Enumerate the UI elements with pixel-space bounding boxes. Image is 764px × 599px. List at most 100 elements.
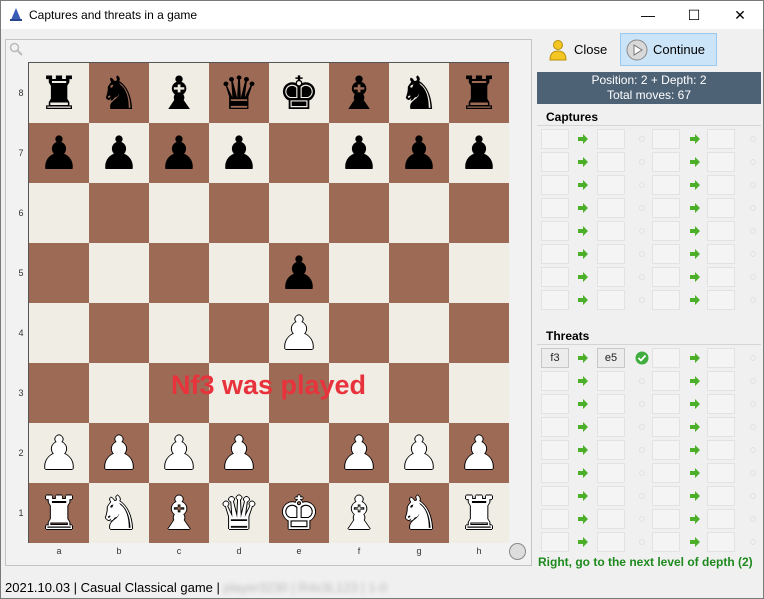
square-b4[interactable] xyxy=(89,303,149,363)
white-pawn-icon[interactable]: ♟ xyxy=(278,310,319,356)
white-pawn-icon[interactable]: ♟ xyxy=(38,430,79,476)
white-pawn-icon[interactable]: ♟ xyxy=(158,430,199,476)
square-h2[interactable]: ♟ xyxy=(449,423,509,483)
capture-cell[interactable] xyxy=(652,152,680,172)
magnifier-icon[interactable] xyxy=(9,42,23,56)
threat-cell[interactable] xyxy=(652,532,680,552)
square-a6[interactable] xyxy=(29,183,89,243)
capture-cell[interactable] xyxy=(597,244,625,264)
black-rook-icon[interactable]: ♜ xyxy=(458,70,499,116)
capture-cell[interactable] xyxy=(652,198,680,218)
capture-cell[interactable] xyxy=(652,267,680,287)
square-c7[interactable]: ♟ xyxy=(149,123,209,183)
square-c2[interactable]: ♟ xyxy=(149,423,209,483)
threat-cell[interactable] xyxy=(652,509,680,529)
threat-cell[interactable] xyxy=(541,371,569,391)
square-g5[interactable] xyxy=(389,243,449,303)
threat-cell[interactable] xyxy=(707,394,735,414)
white-pawn-icon[interactable]: ♟ xyxy=(338,430,379,476)
square-g2[interactable]: ♟ xyxy=(389,423,449,483)
square-h8[interactable]: ♜ xyxy=(449,63,509,123)
capture-cell[interactable] xyxy=(652,290,680,310)
threat-cell[interactable] xyxy=(541,532,569,552)
square-h5[interactable] xyxy=(449,243,509,303)
square-f8[interactable]: ♝ xyxy=(329,63,389,123)
threat-cell[interactable] xyxy=(597,417,625,437)
threat-cell[interactable] xyxy=(707,532,735,552)
board-corner-toggle[interactable] xyxy=(509,543,526,560)
black-knight-icon[interactable]: ♞ xyxy=(98,70,139,116)
white-rook-icon[interactable]: ♜ xyxy=(38,490,79,536)
black-pawn-icon[interactable]: ♟ xyxy=(398,130,439,176)
square-h7[interactable]: ♟ xyxy=(449,123,509,183)
threat-cell[interactable] xyxy=(597,486,625,506)
capture-cell[interactable] xyxy=(597,221,625,241)
chess-board[interactable]: ♜ ♞ ♝ ♛ ♚ ♝ ♞ ♜ ♟ ♟ ♟ ♟ ♟ ♟ ♟ ♟ ♟ ♟ ♟ ♟ ♟ ♟ ♟ ♟ ♜ ♞ ♝ ♛ ♚ ♝ ♞ ♜ xyxy=(28,62,509,543)
square-e8[interactable]: ♚ xyxy=(269,63,329,123)
square-a5[interactable] xyxy=(29,243,89,303)
capture-cell[interactable] xyxy=(652,175,680,195)
threat-cell[interactable] xyxy=(707,371,735,391)
white-knight-icon[interactable]: ♞ xyxy=(398,490,439,536)
square-d5[interactable] xyxy=(209,243,269,303)
threat-cell[interactable] xyxy=(707,463,735,483)
threat-cell[interactable] xyxy=(707,417,735,437)
square-b1[interactable]: ♞ xyxy=(89,483,149,543)
white-knight-icon[interactable]: ♞ xyxy=(98,490,139,536)
threat-cell[interactable] xyxy=(652,486,680,506)
square-a8[interactable]: ♜ xyxy=(29,63,89,123)
threat-cell[interactable] xyxy=(652,348,680,368)
square-d4[interactable] xyxy=(209,303,269,363)
threat-cell[interactable] xyxy=(707,509,735,529)
threat-cell[interactable] xyxy=(541,509,569,529)
black-pawn-icon[interactable]: ♟ xyxy=(158,130,199,176)
white-pawn-icon[interactable]: ♟ xyxy=(98,430,139,476)
square-f7[interactable]: ♟ xyxy=(329,123,389,183)
threat-cell[interactable] xyxy=(652,417,680,437)
square-h1[interactable]: ♜ xyxy=(449,483,509,543)
threat-cell[interactable] xyxy=(652,394,680,414)
capture-cell[interactable] xyxy=(597,198,625,218)
square-h6[interactable] xyxy=(449,183,509,243)
close-window-button[interactable]: ✕ xyxy=(717,1,763,29)
threat-cell[interactable] xyxy=(597,371,625,391)
square-d6[interactable] xyxy=(209,183,269,243)
threat-cell[interactable] xyxy=(597,394,625,414)
square-g7[interactable]: ♟ xyxy=(389,123,449,183)
white-pawn-icon[interactable]: ♟ xyxy=(218,430,259,476)
square-a1[interactable]: ♜ xyxy=(29,483,89,543)
square-f2[interactable]: ♟ xyxy=(329,423,389,483)
threat-cell[interactable]: f3 xyxy=(541,348,569,368)
square-f3[interactable] xyxy=(329,363,389,423)
square-g4[interactable] xyxy=(389,303,449,363)
capture-cell[interactable] xyxy=(597,175,625,195)
square-d7[interactable]: ♟ xyxy=(209,123,269,183)
square-c5[interactable] xyxy=(149,243,209,303)
white-queen-icon[interactable]: ♛ xyxy=(218,490,259,536)
square-e7[interactable] xyxy=(269,123,329,183)
square-g3[interactable] xyxy=(389,363,449,423)
threat-cell[interactable] xyxy=(541,394,569,414)
threat-cell[interactable] xyxy=(541,440,569,460)
black-king-icon[interactable]: ♚ xyxy=(278,70,319,116)
square-a4[interactable] xyxy=(29,303,89,363)
square-a3[interactable] xyxy=(29,363,89,423)
square-f4[interactable] xyxy=(329,303,389,363)
square-f1[interactable]: ♝ xyxy=(329,483,389,543)
square-f6[interactable] xyxy=(329,183,389,243)
capture-cell[interactable] xyxy=(597,152,625,172)
capture-cell[interactable] xyxy=(541,152,569,172)
black-pawn-icon[interactable]: ♟ xyxy=(38,130,79,176)
square-e5[interactable]: ♟ xyxy=(269,243,329,303)
black-pawn-icon[interactable]: ♟ xyxy=(218,130,259,176)
capture-cell[interactable] xyxy=(707,198,735,218)
capture-cell[interactable] xyxy=(541,290,569,310)
square-g1[interactable]: ♞ xyxy=(389,483,449,543)
square-b8[interactable]: ♞ xyxy=(89,63,149,123)
threat-cell[interactable] xyxy=(707,440,735,460)
square-e1[interactable]: ♚ xyxy=(269,483,329,543)
threat-cell[interactable] xyxy=(597,440,625,460)
capture-cell[interactable] xyxy=(652,129,680,149)
black-bishop-icon[interactable]: ♝ xyxy=(158,70,199,116)
white-pawn-icon[interactable]: ♟ xyxy=(458,430,499,476)
